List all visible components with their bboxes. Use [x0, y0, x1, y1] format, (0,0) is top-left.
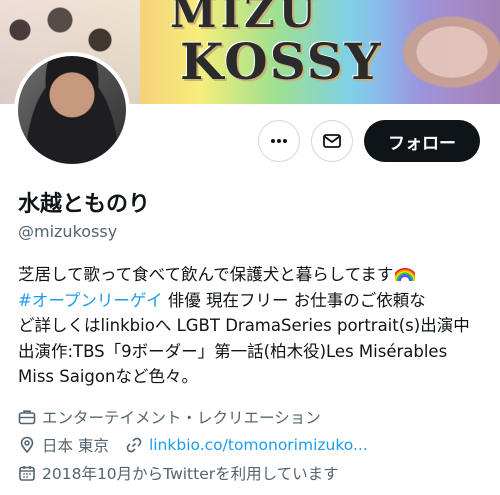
banner-logo: MIZU KOSSY	[160, 0, 380, 98]
avatar[interactable]	[14, 52, 130, 168]
bio-line-3: ど詳しくはlinkbioへ LGBT DramaSeries portrait(…	[18, 316, 470, 335]
profile-website-link[interactable]: linkbio.co/tomonorimizuko...	[149, 436, 368, 454]
profile-category: エンターテイメント・レクリエーション	[18, 406, 321, 428]
banner-logo-line2: KOSSY	[180, 32, 383, 91]
location-pin-icon	[20, 436, 34, 454]
user-handle: @mizukossy	[18, 222, 118, 241]
briefcase-icon	[18, 410, 36, 425]
link-icon	[126, 437, 142, 453]
category-text: エンターテイメント・レクリエーション	[42, 409, 321, 427]
join-date-text: 2018年10月からTwitterを利用しています	[42, 465, 339, 483]
banner-portrait	[380, 0, 500, 104]
more-icon	[271, 139, 287, 143]
calendar-icon	[19, 466, 35, 481]
bio: 芝居して歌って食べて飲んで保護犬と暮らしてます #オープンリーゲイ 俳優 現在フ…	[18, 262, 488, 390]
location-text: 日本 東京	[42, 437, 109, 455]
rainbow-emoji-icon	[395, 267, 416, 281]
bio-line-4: 出演作:TBS「9ボーダー」第一話(柏木役)Les Misérables	[18, 341, 448, 361]
bio-line-1-text: 芝居して歌って食べて飲んで保護犬と暮らしてます	[18, 265, 394, 284]
bio-line-5: Miss Saigonなど色々。	[18, 367, 198, 386]
mail-icon	[323, 134, 341, 148]
profile-location-and-link: 日本 東京 linkbio.co/tomonorimizuko...	[18, 434, 368, 456]
follow-button[interactable]: フォロー	[364, 120, 480, 162]
display-name: 水越とものり	[18, 192, 151, 217]
bio-line-2: #オープンリーゲイ 俳優 現在フリー お仕事のご依頼な	[18, 288, 488, 314]
bio-line-1: 芝居して歌って食べて飲んで保護犬と暮らしてます	[18, 262, 488, 288]
profile-join-date: 2018年10月からTwitterを利用しています	[18, 462, 339, 484]
hashtag-link[interactable]: #オープンリーゲイ	[18, 291, 163, 310]
message-button[interactable]	[311, 120, 353, 162]
bio-line-2-text: 俳優 現在フリー お仕事のご依頼な	[162, 290, 426, 310]
more-options-button[interactable]	[258, 120, 300, 162]
